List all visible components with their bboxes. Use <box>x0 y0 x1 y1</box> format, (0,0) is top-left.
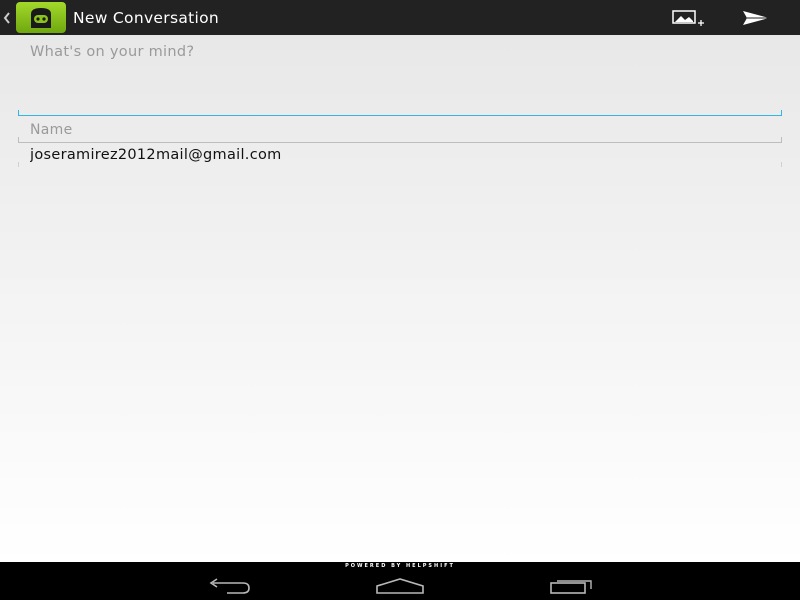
name-input[interactable] <box>18 118 782 142</box>
email-field <box>18 143 782 168</box>
add-image-icon[interactable] <box>672 0 706 35</box>
field-corner <box>18 137 19 142</box>
action-bar: New Conversation <box>0 0 800 35</box>
recents-icon[interactable] <box>532 571 612 600</box>
field-corner <box>18 162 19 167</box>
message-input[interactable] <box>18 35 782 115</box>
field-corner <box>781 110 782 115</box>
email-input[interactable] <box>18 143 782 167</box>
field-corner <box>781 137 782 142</box>
home-icon[interactable] <box>360 571 440 600</box>
screen-title: New Conversation <box>73 8 220 27</box>
message-field <box>18 35 782 116</box>
action-buttons <box>672 0 800 35</box>
back-icon[interactable] <box>189 571 269 600</box>
helpshift-logo-icon[interactable] <box>16 2 66 33</box>
send-icon[interactable] <box>738 0 774 35</box>
conversation-form <box>0 35 800 562</box>
chevron-left-icon[interactable] <box>0 0 14 35</box>
field-corner <box>18 110 19 115</box>
name-field <box>18 118 782 143</box>
field-corner <box>781 162 782 167</box>
navigation-bar <box>0 571 800 600</box>
powered-by-label: POWERED BY HELPSHIFT <box>0 562 800 571</box>
